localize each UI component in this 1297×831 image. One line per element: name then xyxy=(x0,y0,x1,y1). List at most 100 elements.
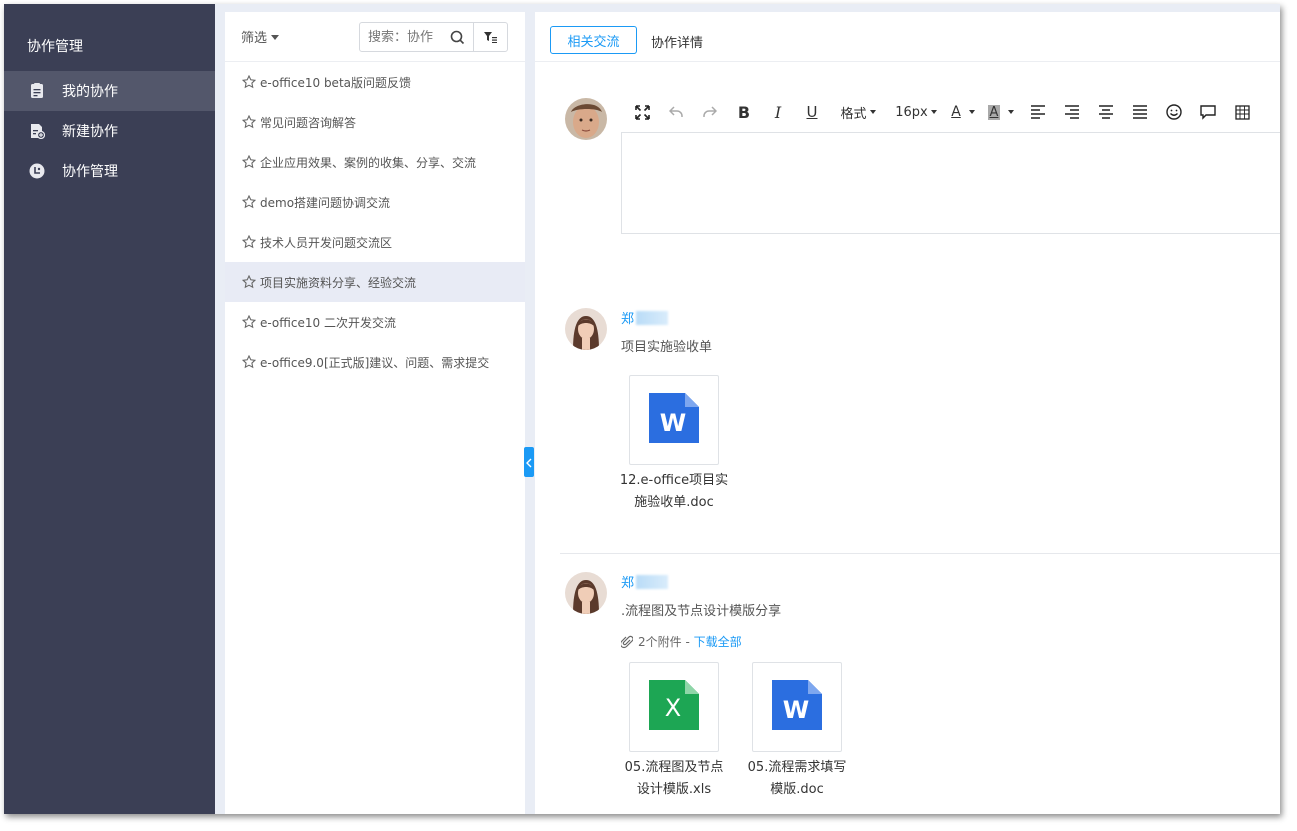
star-icon[interactable] xyxy=(242,155,256,169)
emoji-icon[interactable] xyxy=(1157,100,1191,124)
funnel-icon xyxy=(484,28,497,47)
star-icon[interactable] xyxy=(242,275,256,289)
list-header: 筛选 xyxy=(225,12,525,62)
list-item-label: e-office10 二次开发交流 xyxy=(260,315,396,330)
chevron-down-icon xyxy=(1008,110,1015,114)
search-icon[interactable] xyxy=(450,30,465,49)
post-message: 项目实施验收单 xyxy=(621,340,713,355)
collab-list: e-office10 beta版问题反馈 常见问题咨询解答 企业应用效果、案例的… xyxy=(225,62,525,382)
italic-button[interactable]: I xyxy=(761,100,795,124)
clipboard-icon xyxy=(28,82,46,100)
word-file-icon: W xyxy=(649,393,699,447)
star-icon[interactable] xyxy=(242,195,256,209)
sidebar: 协作管理 我的协作 新建协作 协作管理 xyxy=(4,4,215,814)
sidebar-item-label: 新建协作 xyxy=(62,124,118,140)
align-justify-icon[interactable] xyxy=(1123,100,1157,124)
advanced-filter-button[interactable] xyxy=(473,22,508,52)
list-item[interactable]: e-office9.0[正式版]建议、问题、需求提交 xyxy=(225,342,525,382)
file-name[interactable]: 05.流程图及节点 设计模版.xls xyxy=(614,757,734,801)
star-icon[interactable] xyxy=(242,315,256,329)
collab-list-panel: 筛选 e-office10 beta版问题反馈 常见问题咨询解答 企业应用效果、… xyxy=(225,12,525,814)
tab-bar: 相关交流 协作详情 xyxy=(535,12,1280,62)
current-user-avatar xyxy=(565,98,607,140)
word-file-icon: W xyxy=(772,680,822,734)
comment-editor[interactable] xyxy=(621,132,1280,234)
chevron-down-icon xyxy=(869,110,876,114)
font-size-dropdown[interactable]: 16px xyxy=(887,100,945,124)
filter-dropdown[interactable]: 筛选 xyxy=(241,27,280,46)
search-box xyxy=(359,22,474,52)
list-item-label: 项目实施资料分享、经验交流 xyxy=(260,275,417,290)
list-item-label: 常见问题咨询解答 xyxy=(260,115,357,130)
underline-button[interactable]: U xyxy=(795,100,829,124)
align-left-icon[interactable] xyxy=(1021,100,1055,124)
svg-text:W: W xyxy=(783,696,809,724)
file-attachment-card[interactable]: W xyxy=(752,662,842,752)
file-attachment-card[interactable]: W xyxy=(629,375,719,465)
chevron-down-icon xyxy=(968,110,975,114)
sidebar-item-label: 我的协作 xyxy=(62,84,118,100)
filter-label: 筛选 xyxy=(241,31,268,46)
star-icon[interactable] xyxy=(242,355,256,369)
align-right-icon[interactable] xyxy=(1055,100,1089,124)
tab-related-discussion[interactable]: 相关交流 xyxy=(550,26,637,54)
list-item[interactable]: demo搭建问题协调交流 xyxy=(225,182,525,222)
paperclip-icon xyxy=(621,635,633,649)
redacted-name xyxy=(636,575,669,589)
post-divider xyxy=(560,553,1280,554)
search-input[interactable] xyxy=(368,23,446,51)
post-author[interactable]: 郑 xyxy=(621,572,669,591)
list-item-selected[interactable]: 项目实施资料分享、经验交流 xyxy=(225,262,525,302)
star-icon[interactable] xyxy=(242,235,256,249)
excel-file-icon: X xyxy=(649,680,699,734)
post-message: .流程图及节点设计模版分享 xyxy=(621,604,782,619)
chevron-left-icon xyxy=(526,453,532,472)
sidebar-item-my-collab[interactable]: 我的协作 xyxy=(4,71,215,111)
redo-icon[interactable] xyxy=(693,100,727,124)
table-icon[interactable] xyxy=(1225,100,1259,124)
list-item[interactable]: 技术人员开发问题交流区 xyxy=(225,222,525,262)
star-icon[interactable] xyxy=(242,75,256,89)
font-color-button[interactable]: A xyxy=(945,100,981,124)
app-window: 协作管理 我的协作 新建协作 协作管理 筛选 搜索：协作 e-office10 … xyxy=(4,4,1280,814)
list-item[interactable]: 企业应用效果、案例的收集、分享、交流 xyxy=(225,142,525,182)
fullscreen-icon[interactable] xyxy=(625,100,659,124)
list-item-label: demo搭建问题协调交流 xyxy=(260,195,391,210)
svg-text:X: X xyxy=(665,694,681,722)
list-item-label: 企业应用效果、案例的收集、分享、交流 xyxy=(260,155,477,170)
list-item-label: e-office10 beta版问题反馈 xyxy=(260,75,412,90)
post-author[interactable]: 郑 xyxy=(621,308,669,327)
author-avatar xyxy=(565,308,607,350)
sidebar-item-collab-manage[interactable]: 协作管理 xyxy=(4,151,215,191)
attachments-count: 2个附件 - xyxy=(638,635,690,649)
star-icon[interactable] xyxy=(242,115,256,129)
download-all-link[interactable]: 下载全部 xyxy=(694,633,742,650)
format-dropdown[interactable]: 格式 xyxy=(829,100,887,124)
tab-collab-details[interactable]: 协作详情 xyxy=(651,32,703,51)
undo-icon[interactable] xyxy=(659,100,693,124)
list-item[interactable]: 常见问题咨询解答 xyxy=(225,102,525,142)
file-name[interactable]: 05.流程需求填写 模版.doc xyxy=(737,757,857,801)
chevron-down-icon xyxy=(930,110,937,114)
main-content: 相关交流 协作详情 B I U 格式 16px A A 郑 项目实施验收单 W … xyxy=(535,12,1280,814)
list-item[interactable]: e-office10 二次开发交流 xyxy=(225,302,525,342)
svg-text:W: W xyxy=(660,409,686,437)
author-avatar xyxy=(565,572,607,614)
list-item-label: 技术人员开发问题交流区 xyxy=(260,235,393,250)
comment-icon[interactable] xyxy=(1191,100,1225,124)
sidebar-item-new-collab[interactable]: 新建协作 xyxy=(4,111,215,151)
manage-circle-icon xyxy=(28,162,46,180)
attachments-summary: 2个附件 - 下载全部 xyxy=(621,633,742,650)
new-document-icon xyxy=(28,122,46,140)
sidebar-item-label: 协作管理 xyxy=(62,164,118,180)
chevron-down-icon xyxy=(271,35,280,40)
bold-button[interactable]: B xyxy=(727,100,761,124)
list-item[interactable]: e-office10 beta版问题反馈 xyxy=(225,62,525,102)
file-attachment-card[interactable]: X xyxy=(629,662,719,752)
file-name[interactable]: 12.e-office项目实 施验收单.doc xyxy=(614,470,734,514)
background-color-button[interactable]: A xyxy=(981,100,1021,124)
editor-toolbar: B I U 格式 16px A A xyxy=(625,100,1259,124)
sidebar-title: 协作管理 xyxy=(27,39,83,55)
align-center-icon[interactable] xyxy=(1089,100,1123,124)
collapse-panel-button[interactable] xyxy=(524,447,534,477)
